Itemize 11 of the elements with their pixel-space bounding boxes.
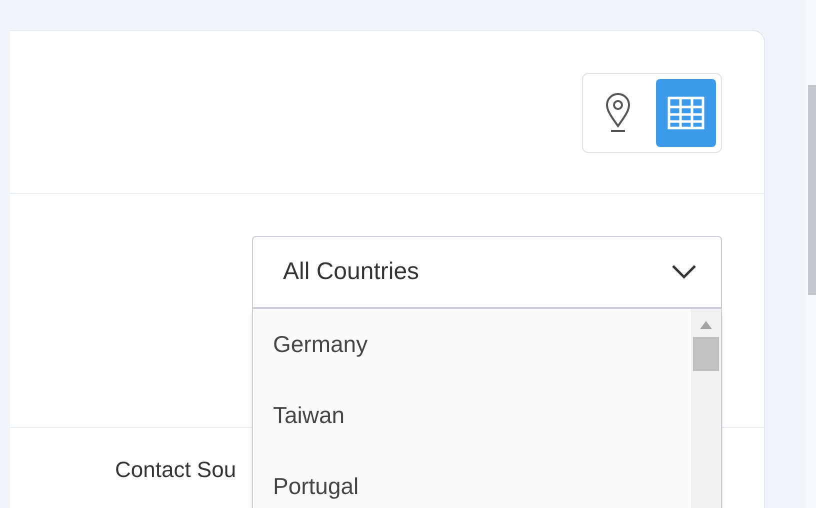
map-pin-icon — [604, 93, 632, 133]
page-scrollbar-thumb[interactable] — [808, 85, 816, 295]
scroll-up-icon[interactable] — [700, 321, 712, 329]
field-label: Contact Sou — [115, 457, 236, 482]
grid-icon — [667, 96, 705, 130]
country-dropdown[interactable]: All Countries — [252, 236, 722, 308]
dropdown-option[interactable]: Germany — [253, 309, 691, 380]
dropdown-option[interactable]: Portugal — [253, 451, 691, 508]
dropdown-option[interactable]: Taiwan — [253, 380, 691, 451]
view-toggle-button[interactable] — [656, 79, 716, 147]
scrollbar-thumb[interactable] — [693, 337, 719, 371]
